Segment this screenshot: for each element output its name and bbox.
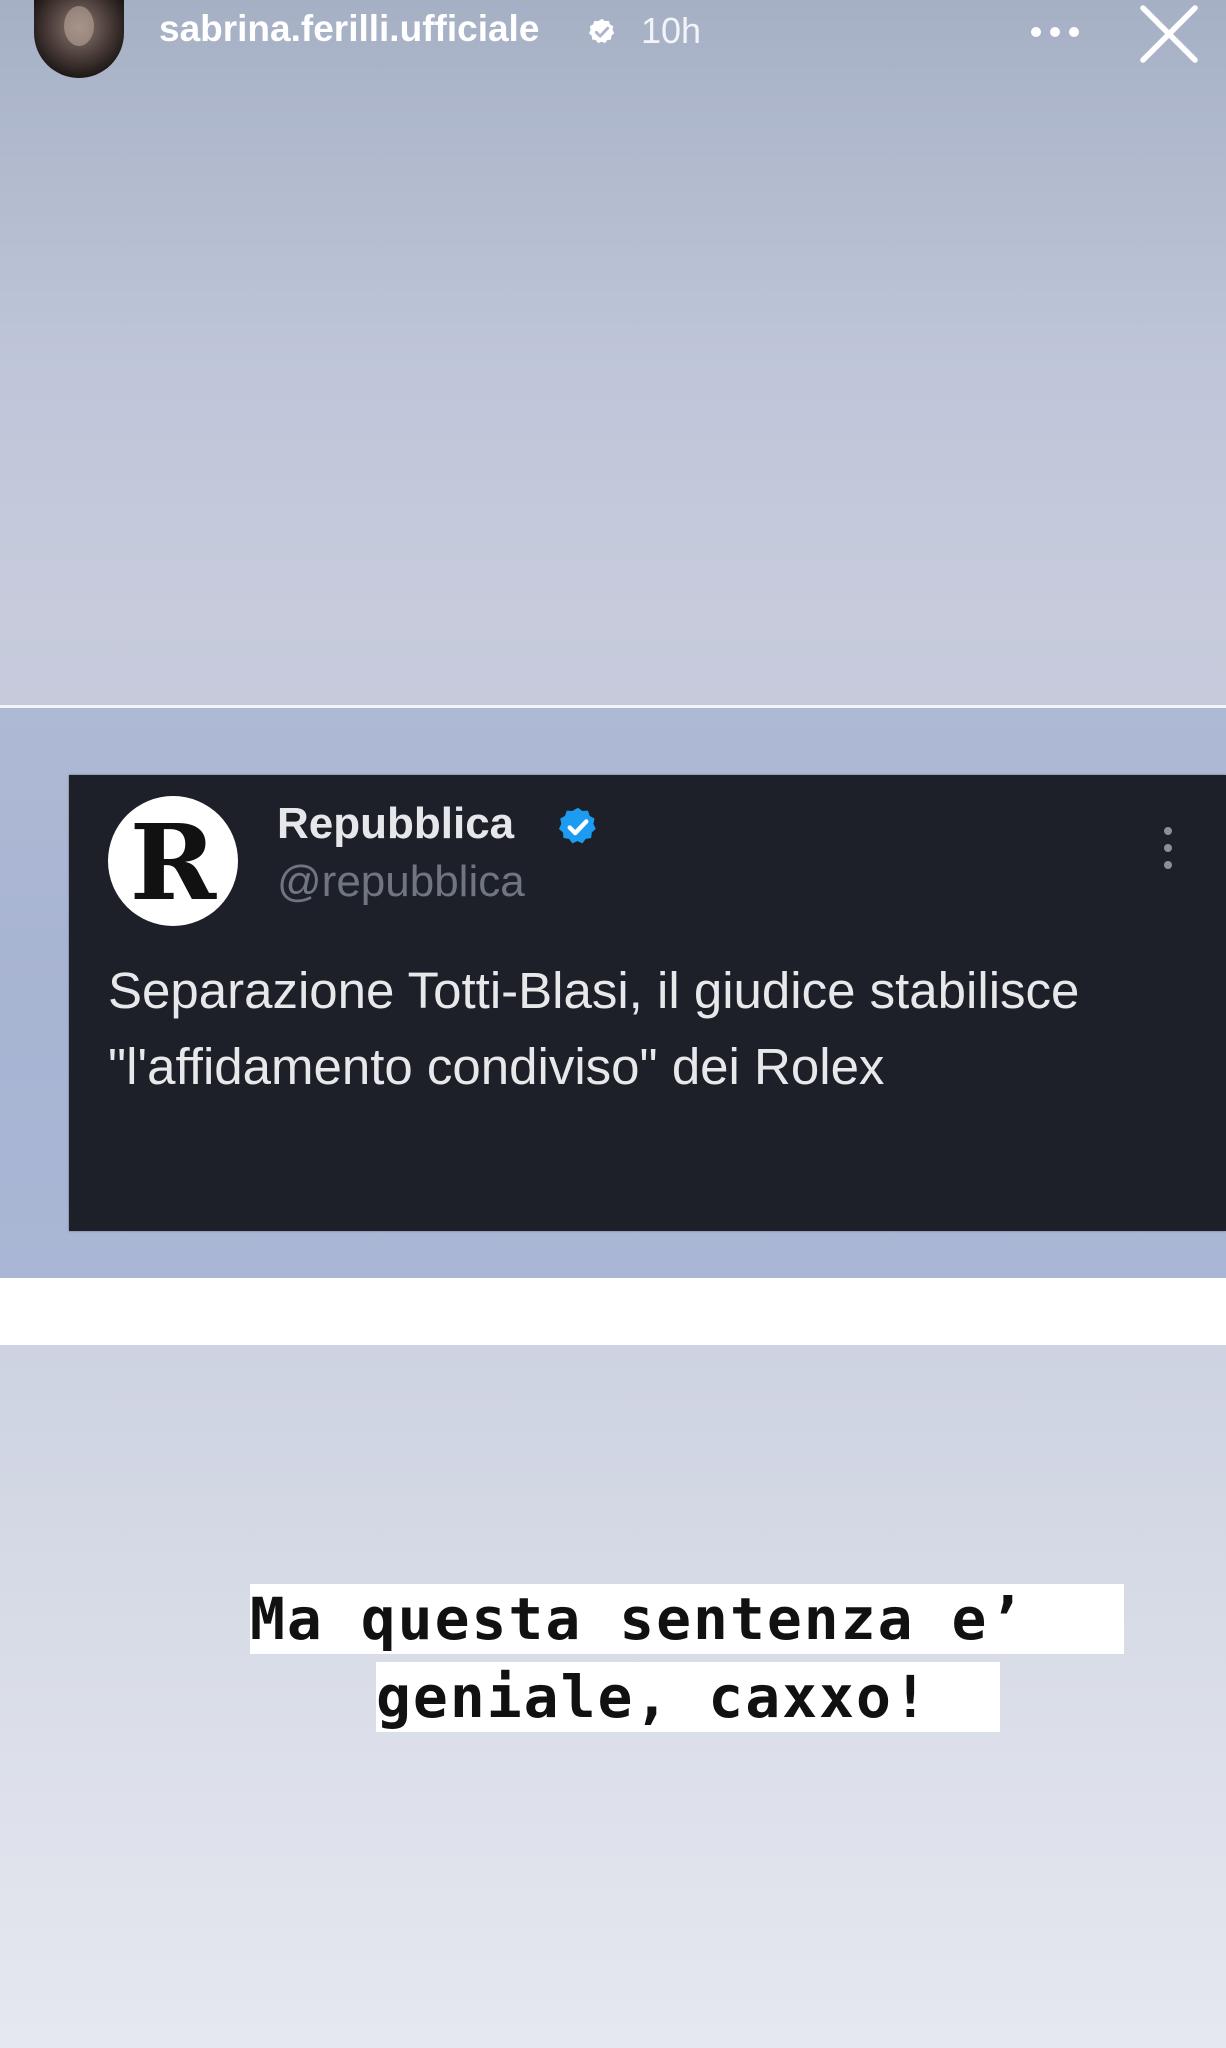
kebab-menu-icon: [1164, 827, 1172, 869]
close-icon[interactable]: [1139, 4, 1199, 64]
story-timestamp: 10h: [641, 10, 702, 51]
publisher-logo-letter: R: [129, 801, 217, 924]
verified-badge-icon: [558, 807, 596, 844]
story-viewer[interactable]: sabrina.ferilli.ufficiale 10h R Repubbli…: [0, 0, 1226, 2048]
publisher-logo: R: [108, 796, 238, 926]
tweet-handle: @repubblica: [277, 857, 525, 906]
more-options-icon[interactable]: [1028, 12, 1082, 52]
profile-avatar[interactable]: [34, 0, 124, 78]
avatar-face: [64, 6, 94, 46]
verified-badge-icon: [589, 18, 615, 44]
caption-line-2: geniale, caxxo!: [376, 1662, 1000, 1732]
caption-line-1: Ma questa sentenza e’: [250, 1584, 1124, 1654]
tweet-card: R Repubblica @repubblica Separazione Tot…: [69, 775, 1226, 1231]
tweet-text: Separazione Totti-Blasi, il giudice stab…: [108, 962, 1080, 1095]
screenshot-bottom-strip: [0, 1278, 1226, 1345]
story-username[interactable]: sabrina.ferilli.ufficiale: [159, 8, 539, 50]
tweet-account-name: Repubblica: [277, 799, 515, 848]
